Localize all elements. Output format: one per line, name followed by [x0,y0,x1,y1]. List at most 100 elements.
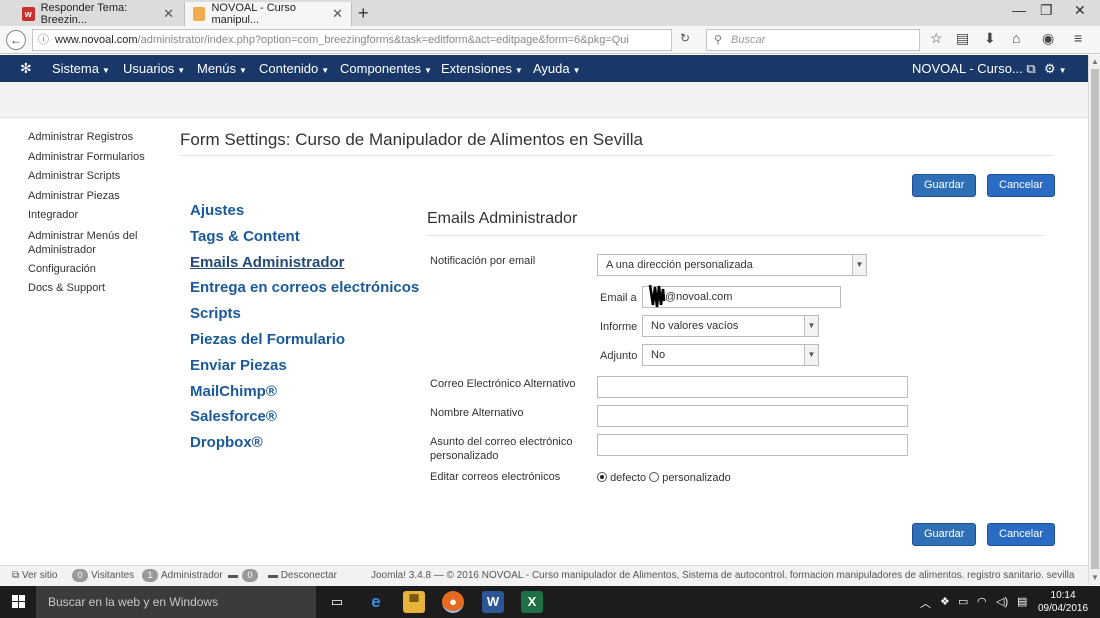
administrador-status: 1 Administrador [138,566,223,586]
reading-list-icon[interactable]: ▤ [956,30,969,47]
notifications-icon[interactable]: ▤ [1017,595,1027,608]
sidebar-item-scripts[interactable]: Administrar Scripts [28,167,168,187]
close-icon[interactable]: ✕ [163,6,174,22]
tab-tags-content[interactable]: Tags & Content [190,224,420,250]
firefox-icon[interactable]: ● [442,591,464,613]
sidebar: Administrar Registros Administrar Formul… [28,128,168,299]
scroll-up-icon: ▲ [1091,57,1099,66]
messages-badge: 0 [242,569,258,582]
subhead-bar [0,82,1088,118]
envelope-icon: ▬ [228,570,238,581]
sidebar-item-menus-admin[interactable]: Administrar Menús del Administrador [28,226,168,260]
volume-icon[interactable]: ◁) [996,595,1008,608]
chevron-down-icon: ▼ [804,316,818,336]
save-button-bottom[interactable]: Guardar [912,523,977,546]
divider [427,235,1044,236]
pocket-icon[interactable]: ◉ [1042,30,1054,47]
email-a-field[interactable]: @novoal.com [642,286,841,308]
edge-browser-icon[interactable]: e [365,591,387,613]
reload-icon[interactable]: ↻ [680,31,690,45]
dropbox-tray-icon[interactable]: ❖ [940,595,950,608]
joomla-navbar: ✻ Sistema ▼ Usuarios ▼ Menús ▼ Contenido ▼ C… [0,55,1088,82]
joomla-icon [193,7,206,21]
wifi-icon[interactable]: ◠ [977,595,987,608]
new-tab-button[interactable]: + [358,3,369,24]
browser-search-input[interactable]: ⚲ Buscar [706,29,920,51]
browser-tab-responder[interactable]: w Responder Tema: Breezin... ✕ [14,2,182,26]
sidebar-item-registros[interactable]: Administrar Registros [28,128,168,148]
taskbar-clock[interactable]: 10:14 09/04/2016 [1038,589,1088,615]
desconectar-link[interactable]: ▬ Desconectar [268,566,337,586]
cancel-button[interactable]: Cancelar [987,174,1056,197]
asunto-label: Asunto del correo electrónico personaliz… [430,436,573,462]
tab-mailchimp[interactable]: MailChimp® [190,379,420,405]
browser-tab-novoal[interactable]: NOVOAL - Curso manipul... ✕ [184,2,352,26]
ver-sitio-link[interactable]: ⧉ Ver sitio [12,566,58,586]
external-link-icon: ⧉ [1026,61,1036,76]
menu-contenido[interactable]: Contenido ▼ [259,61,329,76]
excel-icon[interactable]: X [521,591,543,613]
notificacion-select[interactable]: A una dirección personalizada ▼ [597,254,867,276]
informe-select[interactable]: No valores vacíos ▼ [642,315,819,337]
cancel-button-bottom[interactable]: Cancelar [987,523,1056,546]
hamburger-menu-icon[interactable]: ≡ [1074,30,1082,46]
windows-start-icon[interactable] [12,595,26,609]
sidebar-item-formularios[interactable]: Administrar Formularios [28,148,168,168]
nombre-alt-field[interactable] [597,405,908,427]
menu-componentes[interactable]: Componentes ▼ [340,61,432,76]
tab-salesforce[interactable]: Salesforce® [190,404,420,430]
tab-scripts[interactable]: Scripts [190,301,420,327]
tab-piezas-formulario[interactable]: Piezas del Formulario [190,327,420,353]
external-link-icon: ⧉ [12,570,20,581]
menu-usuarios[interactable]: Usuarios ▼ [123,61,185,76]
file-explorer-icon[interactable]: ▀ [403,591,425,613]
sidebar-item-integrador[interactable]: Integrador [28,206,168,226]
sidebar-item-configuracion[interactable]: Configuración [28,260,168,280]
radio-personalizado[interactable] [649,472,660,482]
asunto-field[interactable] [597,434,908,456]
correo-alt-field[interactable] [597,376,908,398]
joomla-logo-icon[interactable]: ✻ [20,60,32,77]
scrollbar-thumb[interactable] [1091,69,1099,569]
menu-extensiones[interactable]: Extensiones ▼ [441,61,523,76]
notificacion-value: A una dirección personalizada [606,259,753,271]
minimize-icon[interactable]: — [1012,2,1026,18]
page-scrollbar[interactable]: ▲ ▼ [1088,55,1100,585]
info-icon: ⓘ [38,34,49,46]
search-icon: ⚲ [714,34,723,46]
tab-emails-administrador[interactable]: Emails Administrador [190,250,420,276]
menu-menus[interactable]: Menús ▼ [197,61,247,76]
sidebar-item-piezas[interactable]: Administrar Piezas [28,187,168,207]
adjunto-select[interactable]: No ▼ [642,344,819,366]
copyright-text: Joomla! 3.4.8 — © 2016 NOVOAL - Curso ma… [371,570,1075,581]
restore-icon[interactable]: ❐ [1040,2,1053,19]
task-view-icon[interactable]: ▭ [326,591,348,613]
site-name-link[interactable]: NOVOAL - Curso... ⧉ [912,61,1036,77]
sidebar-item-docs[interactable]: Docs & Support [28,279,168,299]
section-title: Emails Administrador [427,210,578,227]
tab-entrega-correos[interactable]: Entrega en correos electrónicos [190,275,420,301]
taskbar-search-input[interactable]: Buscar en la web y en Windows [36,586,316,618]
back-arrow-icon[interactable]: ← [6,30,26,50]
messages-status[interactable]: ▬ 0 [228,566,261,586]
word-icon[interactable]: W [482,591,504,613]
bookmark-star-icon[interactable]: ☆ [930,30,943,47]
home-icon[interactable]: ⌂ [1012,30,1020,46]
download-icon[interactable]: ⬇ [984,30,996,47]
menu-sistema[interactable]: Sistema ▼ [52,61,110,76]
radio-defecto-label: defecto [610,472,647,484]
gear-icon[interactable]: ⚙ ▼ [1044,61,1067,77]
close-icon[interactable]: ✕ [332,6,343,22]
url-bar[interactable]: ⓘ www.novoal.com/administrator/index.php… [32,29,672,51]
adjunto-label: Adjunto [600,350,638,362]
menu-ayuda[interactable]: Ayuda ▼ [533,61,581,76]
tray-chevron-up-icon[interactable]: ︿ [920,595,931,611]
close-window-icon[interactable]: ✕ [1074,2,1086,19]
tab-enviar-piezas[interactable]: Enviar Piezas [190,353,420,379]
tab-ajustes[interactable]: Ajustes [190,198,420,224]
tab-dropbox[interactable]: Dropbox® [190,430,420,456]
battery-icon[interactable]: ▭ [958,595,968,608]
save-button[interactable]: Guardar [912,174,977,197]
radio-defecto[interactable] [597,472,607,482]
status-footer: ⧉ Ver sitio 0 Visitantes 1 Administrador ▬… [0,565,1088,586]
